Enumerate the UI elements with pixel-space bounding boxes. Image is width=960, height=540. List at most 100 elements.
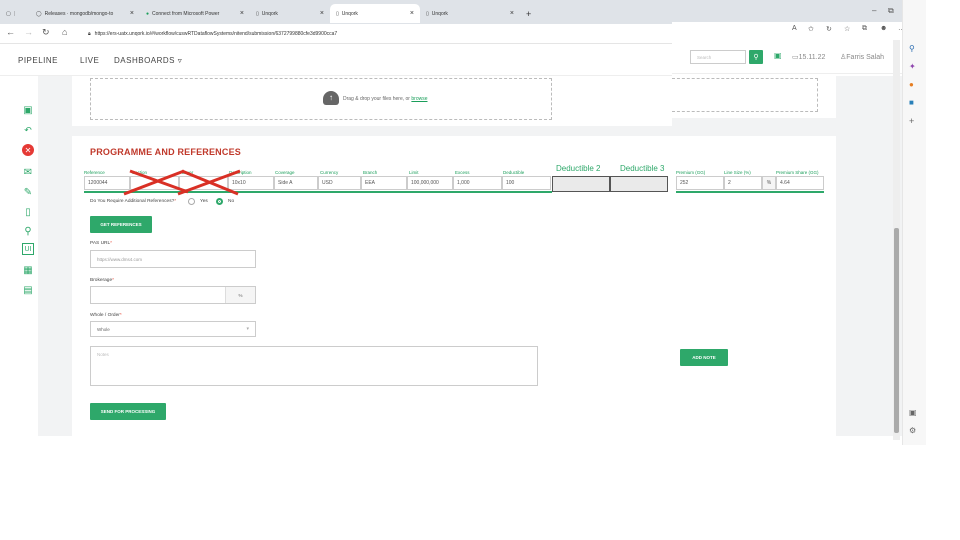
read-aloud-icon[interactable]: A	[792, 25, 797, 32]
cross-stroke	[123, 169, 185, 196]
ui-icon[interactable]: UI	[22, 243, 34, 255]
office-icon[interactable]: ●	[909, 80, 914, 89]
restore-icon[interactable]: ⧉	[888, 6, 894, 16]
pas-url-input[interactable]: https://www.dms4.com	[90, 250, 256, 268]
whole-order-select[interactable]: Whole ▾	[90, 321, 256, 337]
premium-share-field[interactable]: 4.64	[776, 176, 824, 190]
yes-radio[interactable]	[188, 198, 195, 205]
no-label: No	[228, 199, 235, 204]
right-app-navbar: Search ⚲ ▣ ▭15.11.22 ♙Farris Salah	[672, 42, 902, 74]
edit-icon[interactable]: ✎	[22, 186, 34, 198]
browser-tab-2[interactable]: ● Connect from Microsoft Power ×	[140, 4, 250, 23]
close-icon[interactable]: ×	[130, 10, 134, 17]
browse-link[interactable]: browse	[411, 96, 427, 102]
notes-textarea[interactable]: Notes	[90, 346, 538, 386]
send-for-processing-button[interactable]: SEND FOR PROCESSING	[90, 403, 166, 420]
calculator-icon[interactable]: ▦	[22, 264, 34, 276]
lock-icon: 🔒︎	[88, 31, 91, 37]
browser-tab-4[interactable]: ▯ Unqork ×	[330, 4, 420, 23]
star-icon[interactable]: ☆	[844, 25, 850, 33]
document-icon[interactable]: ▣	[774, 51, 782, 60]
close-icon[interactable]: ×	[410, 10, 414, 17]
scrollbar-thumb[interactable]	[894, 228, 899, 433]
brokerage-input[interactable]: %	[90, 286, 256, 304]
cancel-icon[interactable]: ✕	[22, 144, 34, 156]
new-tab-button[interactable]: +	[520, 4, 540, 23]
right-dropzone[interactable]	[672, 78, 818, 112]
favorites-icon[interactable]: ✩	[808, 25, 814, 33]
brokerage-label: Brokerage*	[90, 278, 115, 283]
limit-field[interactable]: 100,000,000	[407, 176, 453, 190]
premium-field[interactable]: 252	[676, 176, 724, 190]
pas-url-label: PAS URL*	[90, 241, 113, 246]
nav-live[interactable]: LIVE	[80, 56, 99, 65]
collections-icon[interactable]: ⧉	[862, 25, 867, 33]
col-premium-share: Premium Share (GG)	[776, 170, 819, 175]
tab-actions[interactable]: ▢ |	[0, 4, 30, 23]
chevron-down-icon: ▾	[246, 326, 249, 332]
page-icon: ▯	[256, 10, 259, 17]
col-coverage: Coverage	[275, 170, 295, 175]
chat-icon[interactable]: ▤	[22, 284, 34, 296]
reload-icon[interactable]: ↻	[42, 27, 50, 38]
section-title: PROGRAMME AND REFERENCES	[90, 147, 241, 157]
col-currency: Currency	[320, 170, 339, 175]
outlook-icon[interactable]: ■	[909, 98, 914, 107]
get-references-button[interactable]: GET REFERENCES	[90, 216, 152, 233]
refresh-icon[interactable]: ↻	[826, 25, 832, 33]
edge-sidebar: ⚲ ✦ ● ■ + ▣ ⚙	[902, 0, 926, 445]
coverage-field[interactable]: Side A	[274, 176, 318, 190]
nav-dashboards[interactable]: DASHBOARDS ▿	[114, 56, 182, 65]
page-icon: ▯	[336, 10, 339, 17]
browser-tab-3[interactable]: ▯ Unqork ×	[250, 4, 330, 23]
branch-field[interactable]: EEA	[361, 176, 407, 190]
add-note-button[interactable]: ADD NOTE	[680, 349, 728, 366]
app-navbar: PIPELINE LIVE DASHBOARDS ▿	[0, 44, 672, 76]
deductible-field[interactable]: 100	[502, 176, 551, 190]
browser-tab-5[interactable]: ▯ Unqork ×	[420, 4, 520, 23]
browser-tab-1[interactable]: ◯ Releases · mongodb/mongo-to ×	[30, 4, 140, 23]
col-deductible-3: Deductible 3	[620, 164, 665, 173]
no-radio[interactable]	[216, 198, 223, 205]
minimize-icon[interactable]: –	[872, 6, 876, 15]
settings-icon[interactable]: ⚙	[909, 426, 916, 435]
col-excess: Excess	[455, 170, 470, 175]
upload-cloud-icon: ↑	[323, 91, 339, 105]
user-menu[interactable]: ♙Farris Salah	[840, 53, 884, 61]
red-cross-annotation	[123, 169, 241, 196]
search-input[interactable]: Search	[690, 50, 746, 64]
sparkle-icon[interactable]: ✦	[909, 62, 916, 71]
search-icon[interactable]: ⚲	[909, 44, 915, 53]
url-field[interactable]: 🔒︎ https://ers-uatx.unqork.io/#/workflow/…	[88, 28, 388, 40]
forward-icon[interactable]: →	[24, 27, 33, 37]
col-limit: Limit	[409, 170, 419, 175]
excess-field[interactable]: 1,000	[453, 176, 502, 190]
sidebar-toggle-icon[interactable]: ▣	[909, 408, 917, 417]
right-row-underline	[676, 191, 824, 193]
save-icon[interactable]: ▣	[22, 104, 34, 116]
profile-icon[interactable]: ☻	[880, 25, 887, 32]
nav-pipeline[interactable]: PIPELINE	[18, 56, 58, 65]
mail-icon[interactable]: ✉	[22, 166, 34, 178]
yes-label: Yes	[200, 199, 208, 204]
search-button[interactable]: ⚲	[749, 50, 763, 64]
github-icon: ◯	[36, 10, 42, 17]
deductible-2-field[interactable]	[552, 176, 610, 192]
back-icon[interactable]: ←	[6, 27, 15, 37]
col-reference: Reference	[84, 170, 105, 175]
home-icon[interactable]: ⌂	[62, 27, 67, 37]
document-icon[interactable]: ▯	[22, 206, 34, 218]
attach-icon[interactable]: ⚲	[22, 225, 34, 237]
close-icon[interactable]: ×	[510, 10, 514, 17]
currency-field[interactable]: USD	[318, 176, 361, 190]
window-icon[interactable]: ▢	[6, 11, 11, 17]
right-address-row: A ✩ ↻ ☆ ⧉ ☻ …	[672, 22, 912, 42]
file-dropzone[interactable]: ↑ Drag & drop your files here, or browse	[90, 78, 552, 120]
add-icon[interactable]: +	[909, 116, 914, 126]
close-icon[interactable]: ×	[320, 10, 324, 17]
deductible-3-field[interactable]	[610, 176, 668, 192]
close-icon[interactable]: ×	[240, 10, 244, 17]
line-size-field[interactable]: 2	[724, 176, 762, 190]
undo-icon[interactable]: ↶	[22, 124, 34, 136]
power-bi-icon: ●	[146, 10, 150, 17]
